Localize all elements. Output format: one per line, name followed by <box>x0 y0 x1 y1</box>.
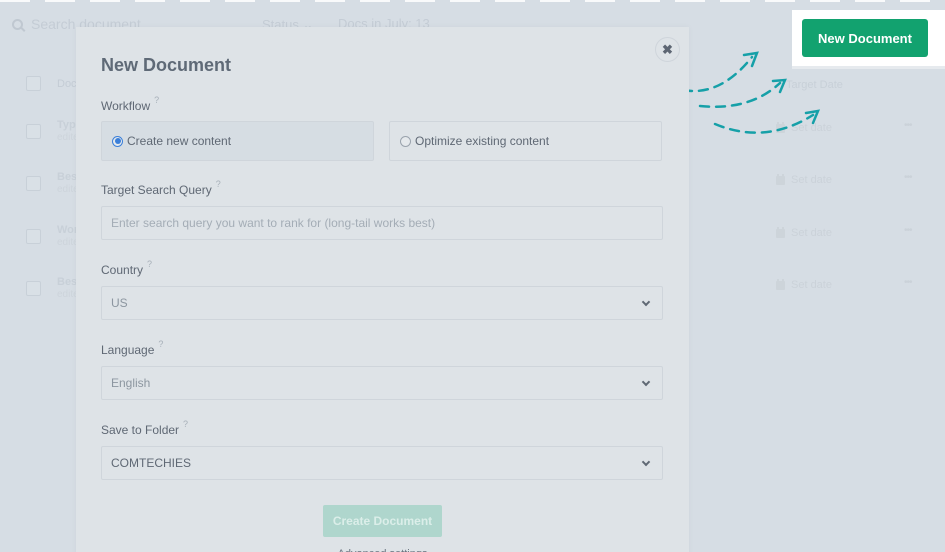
row-checkbox[interactable] <box>26 176 41 191</box>
more-options-icon[interactable]: ••• <box>904 277 912 288</box>
more-options-icon[interactable]: ••• <box>904 120 912 131</box>
set-date-label: Set date <box>791 174 832 186</box>
help-icon[interactable]: ? <box>147 259 152 273</box>
calendar-icon <box>776 226 785 238</box>
workflow-option-optimize[interactable]: Optimize existing content <box>389 121 662 161</box>
row-checkbox[interactable] <box>26 229 41 244</box>
arrow-1-path <box>681 55 754 93</box>
calendar-icon <box>776 173 785 185</box>
folder-label: Save to Folder ? <box>101 419 188 437</box>
country-label: Country ? <box>101 259 152 277</box>
modal-title: New Document <box>101 55 232 75</box>
folder-select[interactable]: COMTECHIES <box>101 446 663 480</box>
advanced-settings-link[interactable]: Advanced settings <box>76 548 689 552</box>
language-label-text: Language <box>101 343 155 357</box>
folder-value: COMTECHIES <box>111 456 192 470</box>
workflow-option-label: Create new content <box>127 134 232 148</box>
search-query-input[interactable] <box>101 206 663 240</box>
set-date-label: Set date <box>791 227 832 239</box>
query-label: Target Search Query ? <box>101 179 221 197</box>
arrow-3-path <box>713 113 815 134</box>
workflow-option-label: Optimize existing content <box>415 134 550 148</box>
create-document-button[interactable]: Create Document <box>323 505 442 537</box>
workflow-option-create[interactable]: Create new content <box>101 121 374 161</box>
arrow-2-path <box>698 81 782 108</box>
more-options-icon[interactable]: ••• <box>904 172 912 183</box>
more-options-icon[interactable]: ••• <box>904 225 912 236</box>
select-all-checkbox[interactable] <box>26 76 41 91</box>
chevron-down-icon <box>641 457 651 466</box>
set-date-label: Set date <box>791 279 832 291</box>
country-label-text: Country <box>101 263 144 277</box>
chevron-down-icon <box>641 297 651 306</box>
set-date-button[interactable]: Set date <box>776 278 832 291</box>
chevron-down-icon <box>641 377 651 386</box>
row-checkbox[interactable] <box>26 281 41 296</box>
calendar-icon <box>776 278 785 290</box>
radio-selected-icon[interactable] <box>112 135 123 147</box>
language-label: Language ? <box>101 339 163 357</box>
dashed-arrows-annotation <box>681 51 821 134</box>
country-value: US <box>111 296 128 310</box>
close-icon[interactable]: ✖ <box>655 37 680 62</box>
help-icon[interactable]: ? <box>158 339 163 353</box>
language-value: English <box>111 376 151 390</box>
workflow-label-text: Workflow <box>101 99 151 113</box>
country-select[interactable]: US <box>101 286 663 320</box>
set-date-button[interactable]: Set date <box>776 173 832 186</box>
help-icon[interactable]: ? <box>216 179 221 193</box>
help-icon[interactable]: ? <box>183 419 188 433</box>
set-date-button[interactable]: Set date <box>776 226 832 239</box>
query-label-text: Target Search Query <box>101 183 212 197</box>
search-icon <box>12 18 23 30</box>
folder-label-text: Save to Folder <box>101 423 180 437</box>
help-icon[interactable]: ? <box>154 95 159 109</box>
new-document-modal: ✖ New Document Workflow ? Create new con… <box>76 27 689 552</box>
row-checkbox[interactable] <box>26 124 41 139</box>
radio-unselected-icon[interactable] <box>400 135 411 147</box>
workflow-label: Workflow ? <box>101 95 159 113</box>
language-select[interactable]: English <box>101 366 663 400</box>
